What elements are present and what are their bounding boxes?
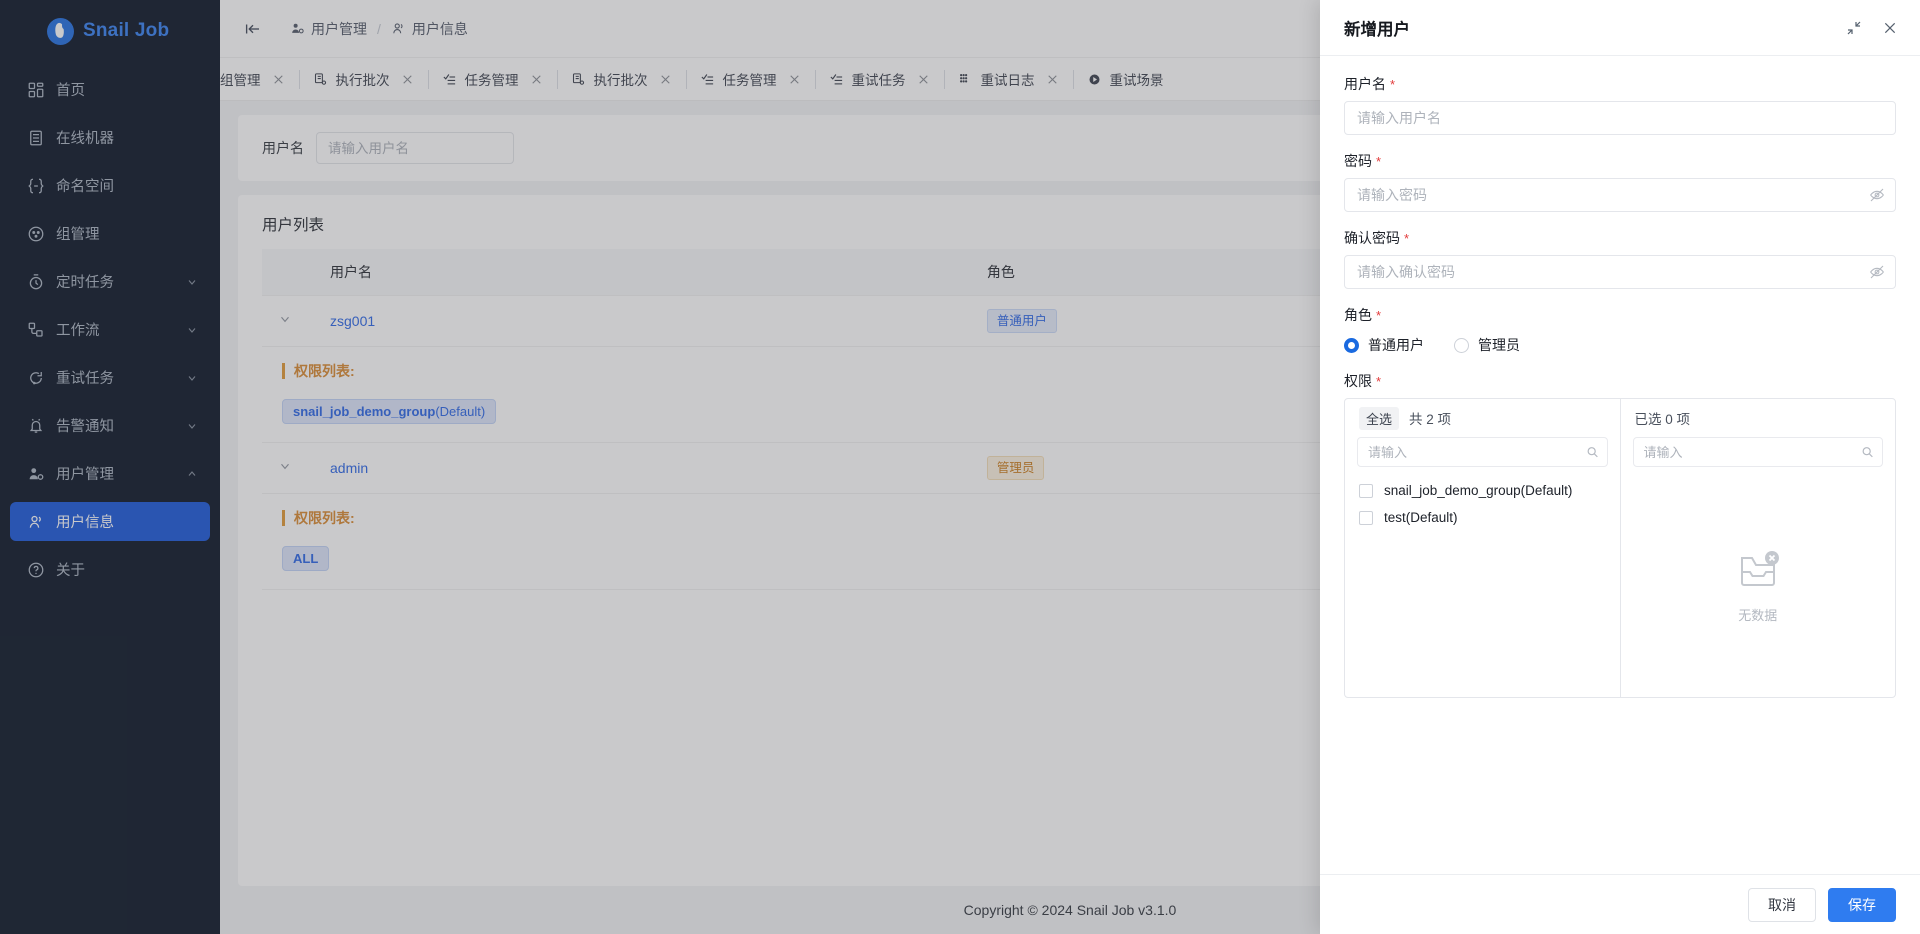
target-count-label: 已选 0 项 <box>1634 412 1691 427</box>
role-radio-group: 普通用户 管理员 <box>1344 332 1896 355</box>
field-label: 角色 * <box>1344 305 1896 325</box>
field-role: 角色 * 普通用户 管理员 <box>1344 305 1896 355</box>
field-label-text: 角色 <box>1344 307 1372 323</box>
transfer-target-pane: 已选 0 项 请输入 无数据 <box>1619 399 1896 697</box>
input-wrap <box>1344 255 1896 289</box>
transfer-target-search <box>1621 437 1896 475</box>
field-label-text: 权限 <box>1344 373 1372 389</box>
field-label-text: 用户名 <box>1344 76 1386 92</box>
search-icon <box>1861 446 1874 459</box>
field-username: 用户名 * <box>1344 74 1896 135</box>
search-wrap <box>1357 437 1608 467</box>
permission-transfer: 全选 共 2 项 请输入 snail_job_demo_group(Defaul… <box>1344 398 1896 698</box>
radio-mark <box>1344 337 1359 353</box>
checkbox[interactable] <box>1359 483 1373 498</box>
no-data-icon <box>1734 548 1782 595</box>
cancel-button[interactable]: 取消 <box>1748 887 1816 922</box>
drawer-footer: 取消 保存 <box>1320 874 1920 934</box>
radio-normal-user[interactable]: 普通用户 <box>1344 335 1424 355</box>
radio-label: 普通用户 <box>1368 337 1424 353</box>
list-item[interactable]: snail_job_demo_group(Default) <box>1345 477 1620 504</box>
required-marker: * <box>1404 230 1410 246</box>
save-button[interactable]: 保存 <box>1828 887 1896 922</box>
field-password: 密码 * <box>1344 151 1896 212</box>
list-item-label: snail_job_demo_group(Default) <box>1384 483 1573 498</box>
input-wrap <box>1344 101 1896 135</box>
field-label-text: 密码 <box>1344 153 1372 169</box>
required-marker: * <box>1390 76 1396 92</box>
drawer-header: 新增用户 <box>1320 0 1920 56</box>
empty-text: 无数据 <box>1738 608 1778 623</box>
close-icon[interactable] <box>1880 18 1900 38</box>
transfer-target-header: 已选 0 项 <box>1621 399 1896 437</box>
source-count-label: 共 2 项 <box>1409 412 1452 427</box>
transfer-source-pane: 全选 共 2 项 请输入 snail_job_demo_group(Defaul… <box>1345 399 1620 697</box>
confirm-password-field[interactable] <box>1344 255 1896 289</box>
checkbox[interactable] <box>1359 510 1373 525</box>
input-wrap <box>1344 178 1896 212</box>
target-search-input[interactable] <box>1632 437 1883 467</box>
add-user-drawer: 新增用户 用户名 * 请输入用户名 密码 * 请输入密码 确认密码 * 请输入确… <box>1320 0 1920 934</box>
required-marker: * <box>1376 307 1382 323</box>
field-confirm-password: 确认密码 * <box>1344 228 1896 289</box>
shrink-icon[interactable] <box>1844 18 1864 38</box>
transfer-target-empty: 无数据 <box>1621 475 1896 697</box>
radio-mark <box>1454 337 1469 353</box>
search-wrap <box>1632 437 1883 467</box>
username-field[interactable] <box>1344 101 1896 135</box>
field-permission: 权限 * 全选 共 2 项 请输入 snail_job_demo_group(D… <box>1344 371 1896 698</box>
radio-admin[interactable]: 管理员 <box>1454 335 1520 355</box>
app-root: Snail Job 首页 在线机器 命名空间 组管理 定时任务 工作流 重试任务… <box>0 0 1920 934</box>
required-marker: * <box>1376 153 1382 169</box>
field-label: 密码 * <box>1344 151 1896 171</box>
eye-off-icon[interactable] <box>1869 187 1885 203</box>
transfer-source-header: 全选 共 2 项 <box>1345 399 1620 437</box>
radio-label: 管理员 <box>1478 337 1520 353</box>
search-icon <box>1586 446 1599 459</box>
field-label: 用户名 * <box>1344 74 1896 94</box>
required-marker: * <box>1376 373 1382 389</box>
field-label: 权限 * <box>1344 371 1896 391</box>
list-item-label: test(Default) <box>1384 510 1458 525</box>
drawer-title: 新增用户 <box>1344 20 1410 39</box>
source-search-input[interactable] <box>1357 437 1608 467</box>
list-item[interactable]: test(Default) <box>1345 504 1620 531</box>
drawer-body: 用户名 * 密码 * <box>1320 56 1920 874</box>
eye-off-icon[interactable] <box>1869 264 1885 280</box>
password-field[interactable] <box>1344 178 1896 212</box>
drawer-actions <box>1844 18 1900 38</box>
field-label-text: 确认密码 <box>1344 230 1400 246</box>
transfer-source-list: snail_job_demo_group(Default) test(Defau… <box>1345 475 1620 697</box>
select-all-button[interactable]: 全选 <box>1359 406 1400 430</box>
field-label: 确认密码 * <box>1344 228 1896 248</box>
transfer-source-search <box>1345 437 1620 475</box>
